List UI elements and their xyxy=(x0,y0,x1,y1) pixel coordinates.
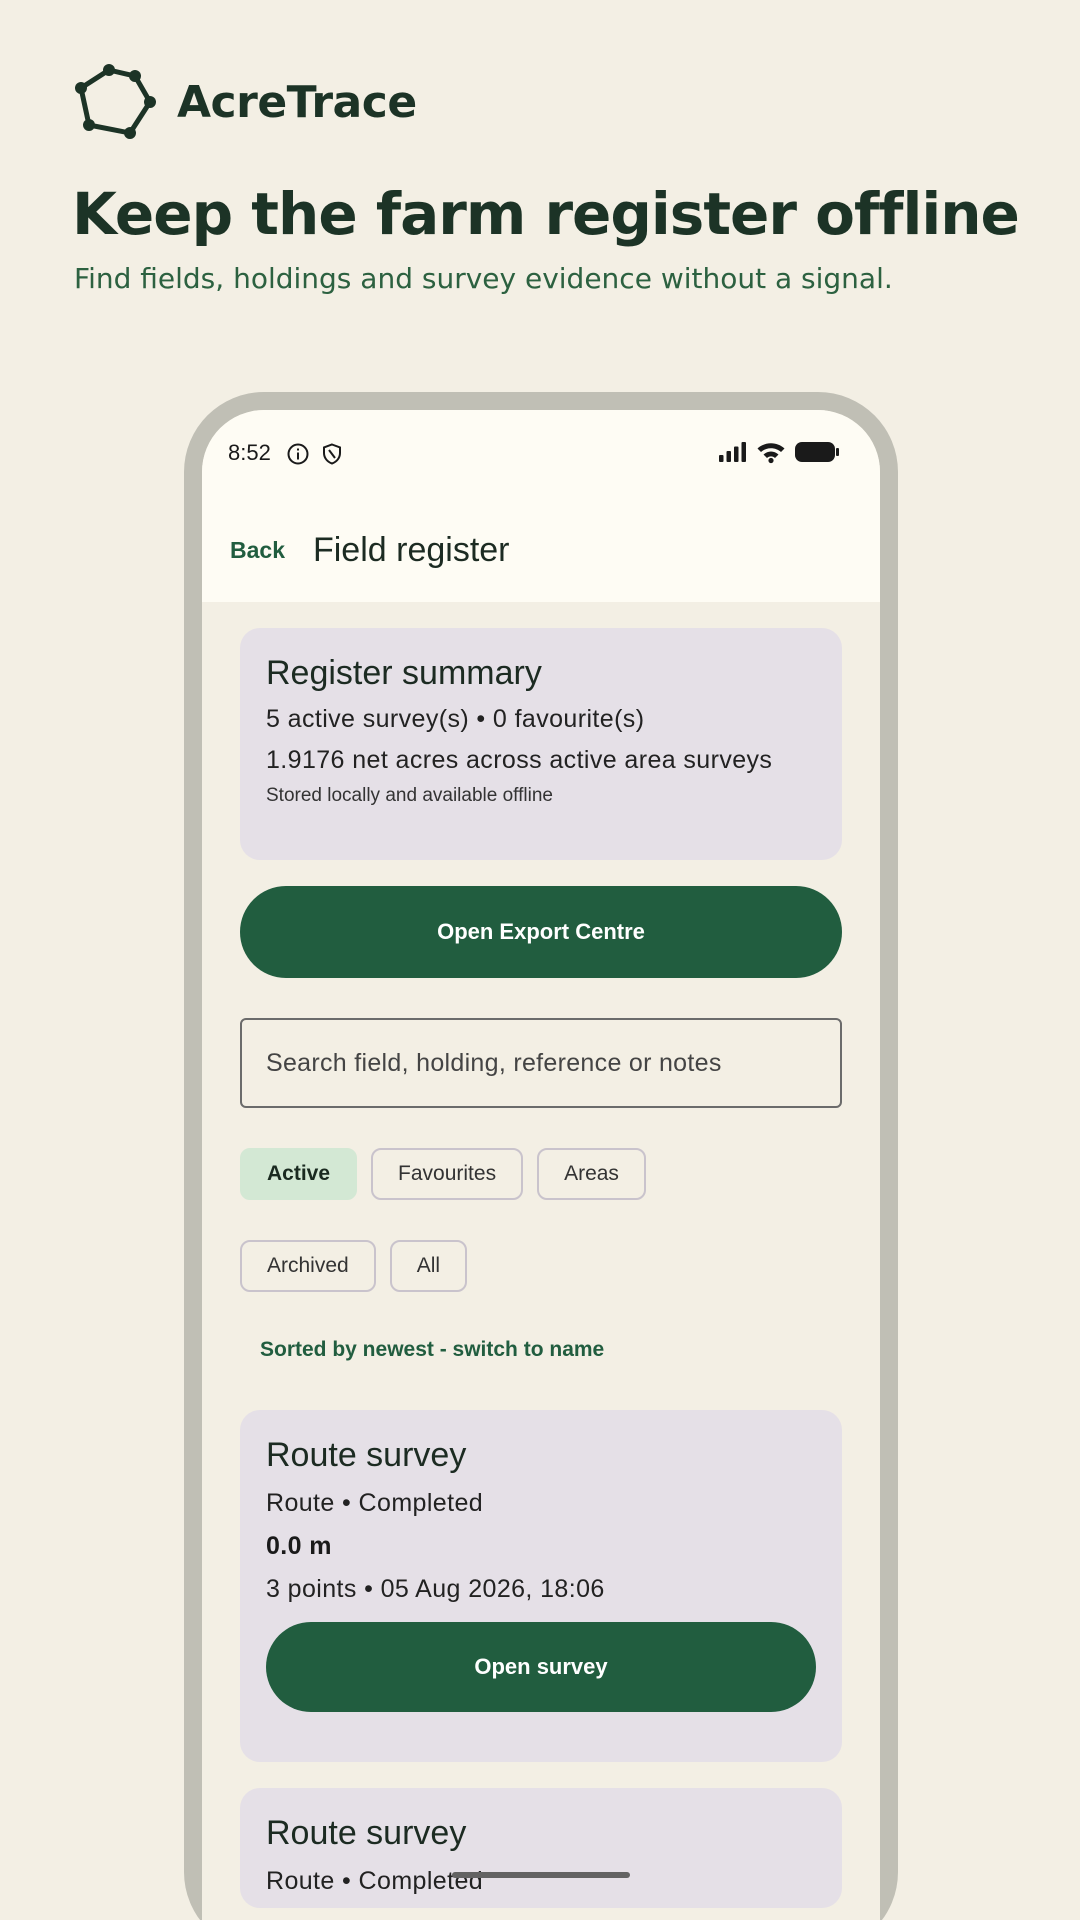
search-input[interactable]: Search field, holding, reference or note… xyxy=(240,1018,842,1108)
app-bar: Back Field register xyxy=(202,498,880,602)
status-time: 8:52 xyxy=(228,440,271,465)
page-title: Field register xyxy=(312,530,510,569)
sort-toggle-link[interactable]: Sorted by newest - switch to name xyxy=(260,1338,842,1362)
filter-chip-areas[interactable]: Areas xyxy=(537,1148,646,1200)
back-button[interactable]: Back xyxy=(230,537,285,564)
phone-frame: 8:52 Back Field register Register summar… xyxy=(184,392,898,1920)
survey-card: Route survey Route • Completed 0.0 m 3 p… xyxy=(240,1410,842,1762)
summary-acres: 1.9176 net acres across active area surv… xyxy=(266,746,773,774)
status-bar: 8:52 xyxy=(202,410,880,498)
survey-details: 3 points • 05 Aug 2026, 18:06 xyxy=(266,1575,605,1603)
survey-card: Route survey Route • Completed xyxy=(240,1788,842,1908)
signal-icon xyxy=(719,442,746,462)
filter-chip-all[interactable]: All xyxy=(389,1240,468,1292)
filter-chip-archived[interactable]: Archived xyxy=(240,1240,376,1292)
open-survey-button[interactable]: Open survey xyxy=(266,1622,816,1712)
open-export-centre-button[interactable]: Open Export Centre xyxy=(240,886,842,978)
status-left-icons xyxy=(286,442,344,466)
survey-title: Route survey xyxy=(266,1436,467,1474)
filter-chips: Active Favourites Areas xyxy=(240,1148,842,1200)
home-indicator[interactable] xyxy=(452,1872,630,1878)
summary-storage-note: Stored locally and available offline xyxy=(266,785,553,806)
polygon-survey-icon xyxy=(75,64,156,139)
status-right-icons xyxy=(718,440,840,464)
summary-title: Register summary xyxy=(266,654,542,692)
info-icon xyxy=(287,443,309,465)
battery-icon xyxy=(795,442,839,462)
register-content: Register summary 5 active survey(s) • 0 … xyxy=(202,602,880,1908)
wifi-icon xyxy=(757,443,785,464)
hero-title: Keep the farm register offline xyxy=(72,180,1020,248)
survey-title: Route survey xyxy=(266,1814,467,1852)
brand-header: AcreTrace xyxy=(73,60,417,144)
survey-type-status: Route • Completed xyxy=(266,1489,484,1517)
phone-screen: 8:52 Back Field register Register summar… xyxy=(202,410,880,1920)
filter-chips-row-2: Archived All xyxy=(240,1240,842,1292)
hero-subtitle: Find fields, holdings and survey evidenc… xyxy=(74,262,893,295)
filter-chip-active[interactable]: Active xyxy=(240,1148,358,1200)
summary-counts: 5 active survey(s) • 0 favourite(s) xyxy=(266,705,645,733)
register-summary-card: Register summary 5 active survey(s) • 0 … xyxy=(240,628,842,860)
survey-length: 0.0 m xyxy=(266,1532,332,1560)
shield-icon xyxy=(323,443,341,465)
filter-chip-favourites[interactable]: Favourites xyxy=(371,1148,524,1200)
brand-name: AcreTrace xyxy=(177,76,417,128)
